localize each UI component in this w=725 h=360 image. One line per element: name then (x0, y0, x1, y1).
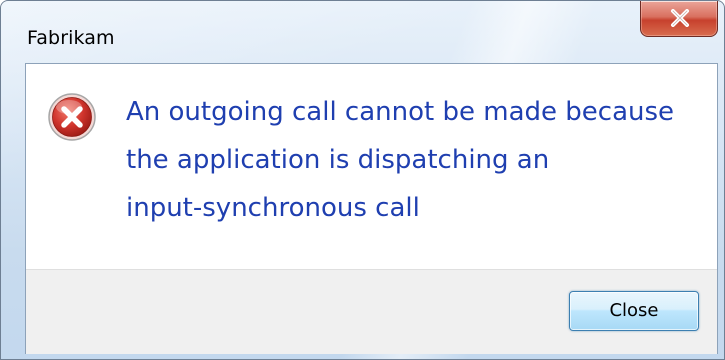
titlebar-close-button[interactable] (640, 1, 718, 37)
message-area: An outgoing call cannot be made because … (26, 64, 717, 269)
close-button[interactable]: Close (569, 291, 699, 331)
dialog-window: Fabrikam An outgoing call cannot be made… (0, 0, 725, 360)
window-title: Fabrikam (27, 27, 115, 49)
error-icon (48, 93, 96, 141)
titlebar[interactable]: Fabrikam (1, 1, 724, 63)
button-bar: Close (26, 269, 717, 354)
close-x-icon (671, 9, 689, 27)
error-message: An outgoing call cannot be made because … (126, 97, 675, 223)
dialog-client-area: An outgoing call cannot be made because … (25, 63, 718, 354)
